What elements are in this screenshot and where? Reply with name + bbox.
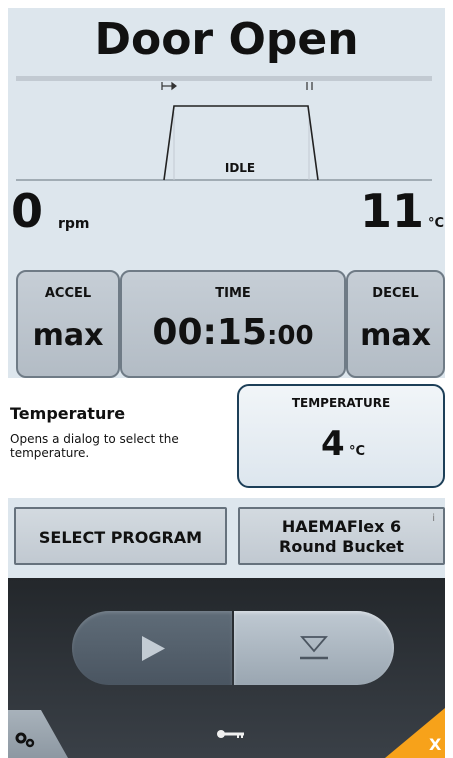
accel-label: ACCEL bbox=[44, 286, 92, 301]
time-value: 00:15:00 bbox=[122, 312, 344, 353]
info-title: Temperature bbox=[10, 404, 126, 423]
speed-unit: rpm bbox=[58, 216, 90, 232]
rotor-name-line1: HAEMAFlex 6 bbox=[281, 517, 402, 536]
settings-gears-icon bbox=[15, 732, 35, 748]
accel-value: max bbox=[32, 318, 104, 353]
control-panel: X bbox=[8, 578, 445, 758]
accel-button[interactable]: ACCEL max bbox=[16, 270, 120, 378]
temperature-setpoint-unit: °C bbox=[349, 444, 366, 459]
temperature-unit: °C bbox=[428, 216, 445, 231]
select-program-label: SELECT PROGRAM bbox=[38, 528, 203, 547]
close-button[interactable]: X bbox=[385, 708, 445, 758]
run-profile-graph: IDLE bbox=[16, 76, 432, 181]
play-icon bbox=[142, 636, 165, 661]
time-value-seconds: :00 bbox=[267, 321, 314, 351]
stop-button[interactable] bbox=[234, 611, 394, 685]
status-title: Door Open bbox=[94, 14, 359, 65]
time-label: TIME bbox=[215, 286, 251, 301]
program-row: SELECT PROGRAM HAEMAFlex 6 Round Bucket … bbox=[8, 498, 445, 578]
profile-end-marker bbox=[306, 82, 313, 90]
key-icon bbox=[217, 730, 244, 738]
profile-start-marker bbox=[161, 81, 177, 91]
temperature-button[interactable]: TEMPERATURE 4 °C bbox=[237, 384, 445, 488]
info-icon[interactable]: i bbox=[432, 513, 435, 524]
centrifuge-screen: Door Open IDLE 0 rpm 11 °C ACCEL max TIM… bbox=[8, 8, 453, 758]
decel-value: max bbox=[360, 318, 431, 353]
close-label: X bbox=[429, 735, 442, 754]
info-description: Opens a dialog to select the temperature… bbox=[10, 432, 179, 460]
temperature-value: 11 bbox=[360, 184, 425, 238]
status-panel: Door Open IDLE 0 rpm 11 °C ACCEL max TIM… bbox=[8, 8, 445, 378]
temperature-button-label: TEMPERATURE bbox=[291, 396, 391, 410]
temperature-setpoint-value: 4 bbox=[321, 424, 345, 464]
rotor-name-line2: Round Bucket bbox=[279, 537, 404, 556]
phase-label: IDLE bbox=[225, 161, 255, 175]
start-button[interactable] bbox=[72, 611, 232, 685]
profile-progress-track bbox=[16, 76, 432, 81]
time-button[interactable]: TIME 00:15:00 bbox=[120, 270, 346, 378]
speed-value: 0 bbox=[11, 184, 44, 238]
time-value-main: 00:15 bbox=[152, 312, 267, 353]
decel-label: DECEL bbox=[372, 286, 419, 301]
decel-button[interactable]: DECEL max bbox=[346, 270, 445, 378]
settings-button[interactable] bbox=[8, 710, 68, 758]
stop-icon bbox=[300, 636, 328, 660]
select-program-button[interactable]: SELECT PROGRAM bbox=[14, 507, 227, 565]
rotor-button[interactable]: HAEMAFlex 6 Round Bucket i bbox=[238, 507, 445, 565]
info-panel: Temperature Opens a dialog to select the… bbox=[8, 378, 445, 498]
